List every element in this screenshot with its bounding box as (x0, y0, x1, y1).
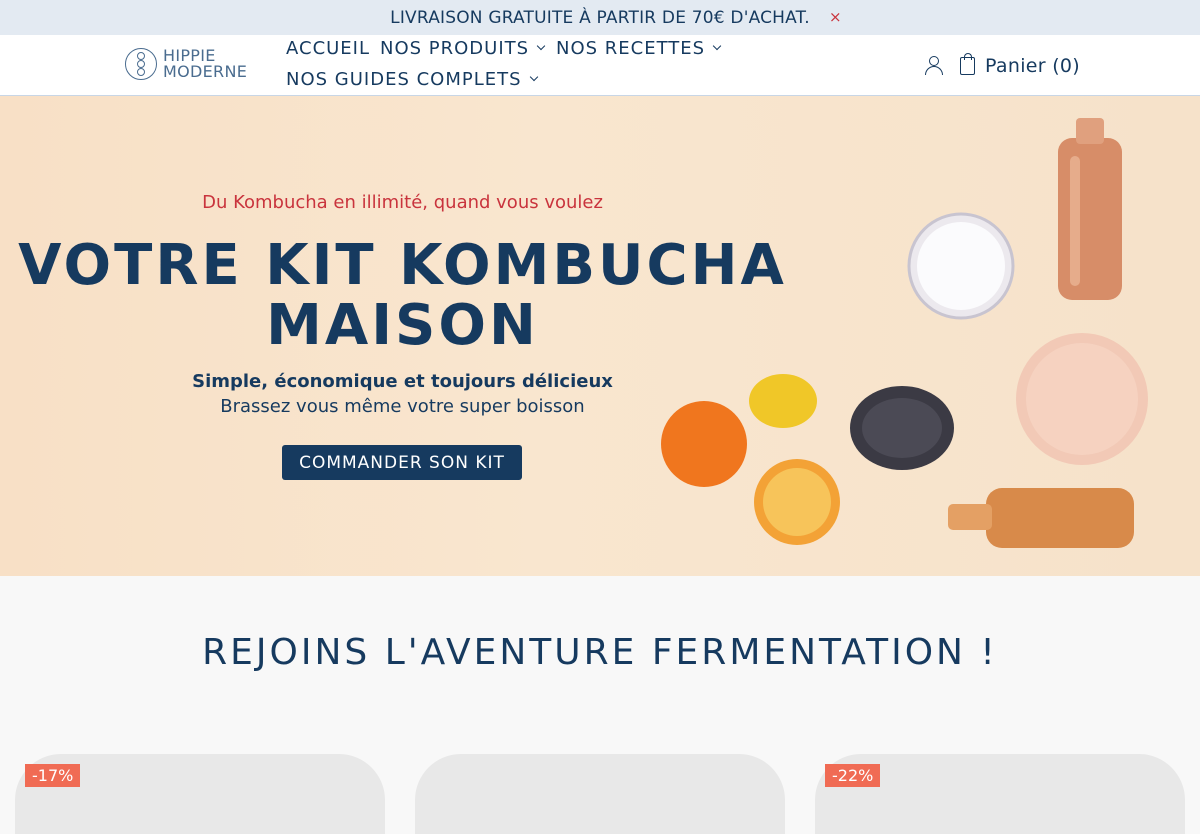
nav-item-accueil[interactable]: ACCUEIL (286, 38, 370, 59)
tea-leaves (850, 386, 954, 470)
hero-illustration (661, 118, 1148, 548)
scoby-disk (1016, 333, 1148, 465)
product-card[interactable] (415, 754, 785, 834)
discount-badge: -17% (25, 764, 81, 787)
orange-half (754, 459, 840, 545)
bottle-small (948, 488, 1134, 548)
sugar-bowl (907, 212, 1015, 320)
chevron-down-icon (712, 41, 722, 51)
announcement-bar: LIVRAISON GRATUITE À PARTIR DE 70€ D'ACH… (0, 0, 1200, 35)
discount-badge: -22% (825, 764, 881, 787)
logo-icon (125, 48, 157, 80)
cart-label: Panier (0) (985, 55, 1081, 77)
bottle-tall (1058, 118, 1122, 300)
chevron-down-icon (529, 72, 538, 82)
site-header: HIPPIE MODERNE ACCUEIL NOS PRODUITS NOS … (0, 35, 1200, 96)
hero-banner: Du Kombucha en illimité, quand vous voul… (0, 96, 1200, 576)
nav-item-nos-guides[interactable]: NOS GUIDES COMPLETS (286, 69, 538, 90)
logo-text: HIPPIE MODERNE (163, 46, 248, 81)
nav-item-nos-recettes[interactable]: NOS RECETTES (556, 38, 722, 59)
order-kit-button[interactable]: COMMANDER SON KIT (282, 445, 522, 480)
logo[interactable]: HIPPIE MODERNE (125, 48, 247, 80)
account-icon[interactable] (925, 56, 943, 75)
orange-whole (661, 401, 747, 487)
close-icon[interactable]: × (829, 8, 842, 26)
lemon (749, 374, 817, 428)
announcement-text: LIVRAISON GRATUITE À PARTIR DE 70€ D'ACH… (390, 7, 810, 28)
chevron-down-icon (536, 41, 546, 51)
nav-item-nos-produits[interactable]: NOS PRODUITS (380, 38, 546, 59)
shopping-bag-icon (960, 53, 975, 75)
section-title: REJOINS L'AVENTURE FERMENTATION ! (202, 632, 998, 673)
cart-button[interactable]: Panier (0) (960, 53, 1081, 77)
